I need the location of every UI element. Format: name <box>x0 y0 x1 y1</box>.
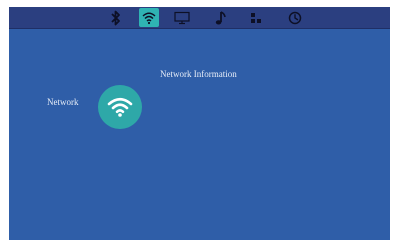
network-button[interactable] <box>98 85 142 129</box>
clock-icon <box>288 11 302 24</box>
section-title: Network Information <box>160 69 237 79</box>
network-label: Network <box>47 97 79 107</box>
tab-music[interactable] <box>211 8 231 27</box>
music-note-icon <box>215 10 226 24</box>
settings-screen: Network Information Network <box>9 7 390 240</box>
tab-wifi[interactable] <box>139 8 159 27</box>
tab-display[interactable] <box>172 8 192 27</box>
bluetooth-icon <box>111 10 120 25</box>
tab-bluetooth[interactable] <box>106 8 126 27</box>
top-tab-bar <box>9 7 390 29</box>
tab-apps[interactable] <box>246 8 266 27</box>
apps-icon <box>251 12 261 23</box>
wifi-icon <box>142 12 156 24</box>
wifi-icon <box>107 97 133 117</box>
display-icon <box>174 11 190 24</box>
tab-clock[interactable] <box>285 8 305 27</box>
